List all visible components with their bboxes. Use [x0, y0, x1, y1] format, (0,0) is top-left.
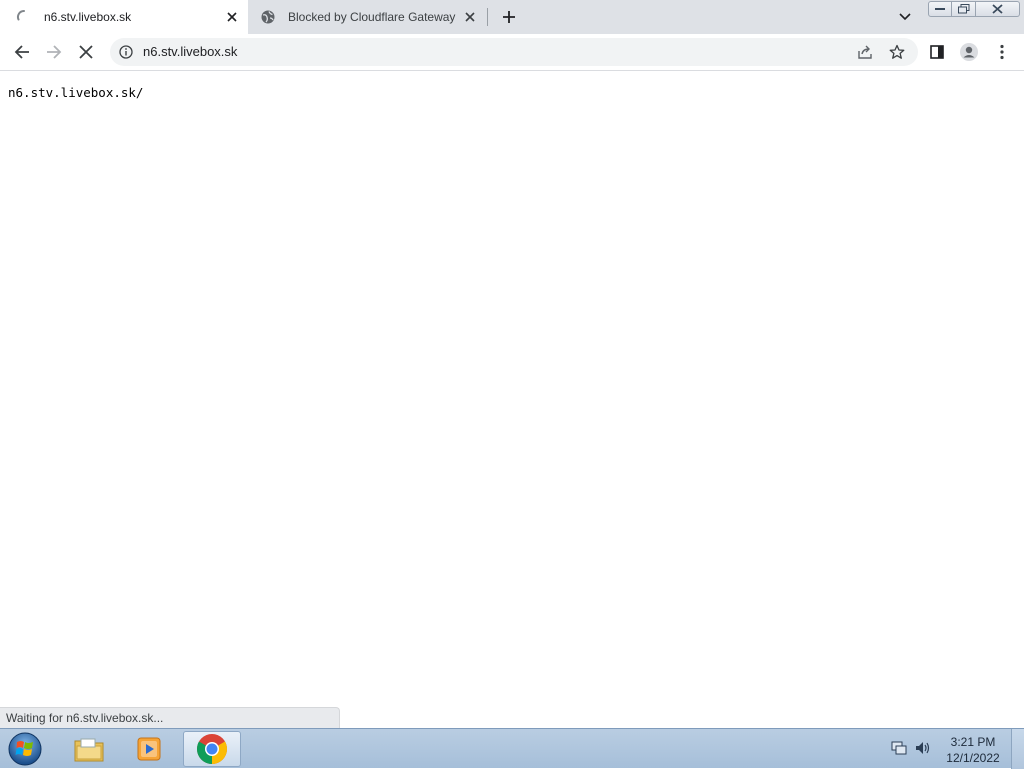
- chrome-icon: [196, 734, 228, 764]
- side-panel-icon: [930, 45, 944, 59]
- site-info-icon[interactable]: [118, 44, 134, 60]
- taskbar-media-player[interactable]: [120, 731, 178, 767]
- volume-icon[interactable]: [912, 737, 934, 759]
- minimize-icon: [935, 8, 945, 10]
- windows-start-icon: [8, 732, 42, 766]
- tab-n6-stv[interactable]: n6.stv.livebox.sk: [0, 0, 248, 34]
- clock-date: 12/1/2022: [946, 751, 1000, 765]
- taskbar-clock[interactable]: 3:21 PM 12/1/2022: [940, 734, 1006, 766]
- tab-title: Blocked by Cloudflare Gateway: [288, 10, 456, 24]
- show-desktop-button[interactable]: [1011, 729, 1024, 769]
- address-bar-url[interactable]: n6.stv.livebox.sk: [143, 44, 237, 59]
- close-icon: [992, 4, 1003, 14]
- forward-arrow-icon: [47, 45, 62, 59]
- new-tab-button[interactable]: [498, 7, 520, 27]
- loading-spinner-icon: [16, 9, 32, 25]
- plus-icon: [503, 11, 515, 23]
- stop-loading-button[interactable]: [72, 38, 100, 66]
- browser-window: n6.stv.livebox.sk Blocked by Cloudflare …: [0, 0, 1024, 728]
- side-panel-button[interactable]: [923, 38, 951, 66]
- start-button[interactable]: [5, 730, 45, 768]
- address-bar[interactable]: n6.stv.livebox.sk: [110, 38, 918, 66]
- menu-button[interactable]: [988, 38, 1016, 66]
- file-explorer-icon: [74, 738, 104, 762]
- browser-toolbar: n6.stv.livebox.sk: [0, 34, 1024, 71]
- tab-title: n6.stv.livebox.sk: [44, 10, 132, 24]
- share-icon[interactable]: [855, 43, 875, 61]
- tab-divider: [487, 8, 488, 26]
- back-button[interactable]: [8, 38, 36, 66]
- tab-cloudflare-blocked[interactable]: Blocked by Cloudflare Gateway: [250, 0, 486, 34]
- stop-icon: [79, 45, 93, 59]
- close-tab-icon[interactable]: [222, 7, 242, 27]
- page-text: n6.stv.livebox.sk/: [8, 85, 144, 100]
- taskbar: 3:21 PM 12/1/2022: [0, 728, 1024, 769]
- bookmark-star-icon[interactable]: [887, 43, 907, 61]
- restore-icon: [957, 4, 969, 14]
- minimize-button[interactable]: [928, 1, 952, 17]
- network-icon[interactable]: [888, 737, 910, 759]
- profile-button[interactable]: [955, 38, 983, 66]
- media-player-icon: [137, 737, 161, 761]
- forward-button[interactable]: [40, 38, 68, 66]
- taskbar-file-explorer[interactable]: [60, 731, 118, 767]
- kebab-menu-icon: [1000, 44, 1004, 60]
- page-content: n6.stv.livebox.sk/: [0, 71, 1024, 728]
- tab-search-button[interactable]: [894, 7, 916, 27]
- close-window-button[interactable]: [976, 1, 1020, 17]
- tab-strip: n6.stv.livebox.sk Blocked by Cloudflare …: [0, 0, 1024, 34]
- back-arrow-icon: [14, 45, 29, 59]
- close-tab-icon[interactable]: [460, 7, 480, 27]
- profile-avatar-icon: [960, 43, 978, 61]
- chevron-down-icon: [899, 13, 911, 21]
- status-bubble: Waiting for n6.stv.livebox.sk...: [0, 707, 340, 728]
- taskbar-chrome[interactable]: [183, 731, 241, 767]
- clock-time: 3:21 PM: [950, 735, 996, 749]
- globe-icon: [260, 9, 276, 25]
- restore-button[interactable]: [952, 1, 976, 17]
